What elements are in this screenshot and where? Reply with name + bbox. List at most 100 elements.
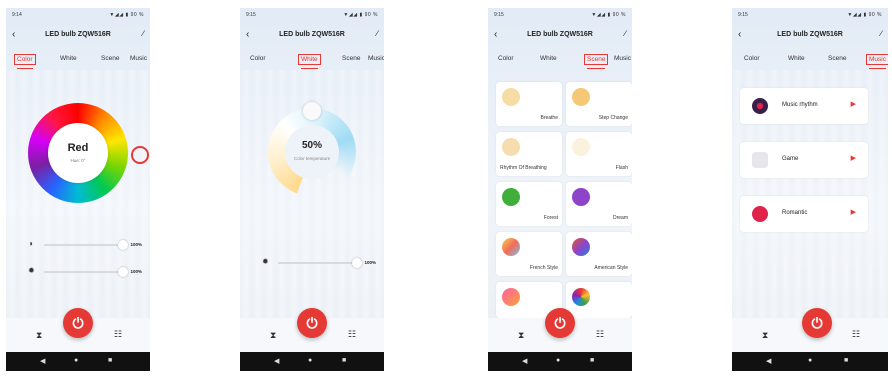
grid-icon[interactable]: ☷ (114, 329, 122, 340)
tab-label: Scene (587, 56, 606, 63)
scene-swatch (502, 288, 520, 306)
tab-color[interactable]: Color (14, 54, 36, 69)
status-bar: 9:15 ▼◢◢ ▮ 90 % (732, 8, 888, 22)
brightness-slider[interactable]: ✹ 100% (256, 257, 376, 268)
status-icons: ▼◢◢ ▮ 90 % (343, 12, 378, 18)
play-icon[interactable]: ▶ (851, 208, 856, 216)
play-icon[interactable]: ▶ (851, 100, 856, 108)
tab-scene[interactable]: Scene (584, 54, 609, 69)
music-item-game[interactable]: Game ▶ (740, 142, 868, 178)
status-time: 9:15 (494, 12, 504, 18)
music-item-label: Romantic (782, 210, 808, 216)
nav-home-icon[interactable]: ● (74, 357, 78, 364)
scene-card-flash[interactable]: Flash (566, 132, 632, 176)
scene-swatch (502, 88, 520, 106)
slider-track[interactable] (278, 262, 358, 264)
color-temperature-knob[interactable] (303, 102, 321, 120)
scene-card-american-style[interactable]: American Style (566, 232, 632, 276)
nav-recents-icon[interactable]: ■ (844, 357, 848, 364)
tab-white[interactable]: White (58, 54, 79, 63)
pencil-icon[interactable]: ∕ (377, 29, 378, 38)
nav-back-icon[interactable]: ◀ (522, 357, 527, 365)
grid-icon[interactable]: ☷ (348, 329, 356, 340)
gamepad-icon (752, 152, 768, 168)
tab-white[interactable]: White (786, 54, 807, 63)
power-button[interactable]: ⏻ (545, 308, 575, 338)
tab-music[interactable]: Music (366, 54, 384, 63)
tab-color[interactable]: Color (248, 54, 268, 63)
power-button[interactable]: ⏻ (802, 308, 832, 338)
power-button[interactable]: ⏻ (63, 308, 93, 338)
scene-card-dream[interactable]: Dream (566, 182, 632, 226)
tab-scene[interactable]: Scene (340, 54, 362, 63)
saturation-slider[interactable]: ✹ 100% (22, 266, 142, 277)
tab-music[interactable]: Music (612, 54, 632, 63)
nav-back-icon[interactable]: ◀ (40, 357, 45, 365)
tab-bar: Color White Scene Music (240, 54, 384, 69)
scene-label: Breathe (540, 115, 558, 121)
tab-scene[interactable]: Scene (99, 54, 121, 63)
grid-icon[interactable]: ☷ (852, 329, 860, 340)
slider-knob[interactable] (118, 240, 128, 250)
sun-icon: ✹ (262, 257, 269, 266)
slider-track[interactable] (44, 244, 124, 246)
slider-knob[interactable] (118, 267, 128, 277)
nav-recents-icon[interactable]: ■ (108, 357, 112, 364)
scene-card-step-change[interactable]: Step Change (566, 82, 632, 126)
music-item-romantic[interactable]: Romantic ▶ (740, 196, 868, 232)
scene-card-more-2[interactable] (566, 282, 632, 318)
play-icon[interactable]: ▶ (851, 154, 856, 162)
tab-music[interactable]: Music (128, 54, 149, 63)
scene-label: Forest (543, 215, 558, 221)
scene-card-forest[interactable]: Forest (496, 182, 562, 226)
tab-color[interactable]: Color (742, 54, 762, 63)
tab-music[interactable]: Music (866, 54, 888, 69)
hourglass-icon[interactable]: ⧗ (270, 330, 276, 341)
tab-color[interactable]: Color (496, 54, 516, 63)
scene-swatch (502, 188, 520, 206)
color-name: Red (67, 142, 89, 154)
tab-label: Color (17, 56, 33, 63)
brightness-slider[interactable]: ◑ 100% (22, 239, 142, 250)
nav-home-icon[interactable]: ● (808, 357, 812, 364)
scene-swatch (572, 88, 590, 106)
nav-back-icon[interactable]: ◀ (274, 357, 279, 365)
slider-track[interactable] (44, 271, 124, 273)
scene-card-french-style[interactable]: French Style (496, 232, 562, 276)
page-title: LED bulb ZQW516R (527, 31, 593, 38)
color-wheel-handle[interactable] (131, 146, 149, 164)
tab-white[interactable]: White (298, 54, 321, 69)
grid-icon[interactable]: ☷ (596, 329, 604, 340)
power-button[interactable]: ⏻ (297, 308, 327, 338)
slider-knob[interactable] (352, 258, 362, 268)
tab-white[interactable]: White (538, 54, 559, 63)
nav-recents-icon[interactable]: ■ (590, 357, 594, 364)
power-icon: ⏻ (72, 315, 84, 331)
tab-scene[interactable]: Scene (826, 54, 848, 63)
nav-home-icon[interactable]: ● (308, 357, 312, 364)
tab-underline (587, 67, 606, 69)
hourglass-icon[interactable]: ⧗ (518, 330, 524, 341)
hourglass-icon[interactable]: ⧗ (36, 330, 42, 341)
status-time: 9:15 (246, 12, 256, 18)
tab-underline (301, 67, 318, 69)
app-header: ‹ LED bulb ZQW516R ∕ (240, 26, 384, 44)
app-header: ‹ LED bulb ZQW516R ∕ (488, 26, 632, 44)
tab-underline (17, 67, 33, 69)
pencil-icon[interactable]: ∕ (625, 29, 626, 38)
pencil-icon[interactable]: ∕ (881, 29, 882, 38)
nav-back-icon[interactable]: ◀ (766, 357, 771, 365)
music-rhythm-icon (752, 98, 768, 114)
music-item-label: Game (782, 156, 799, 162)
scene-card-breathe[interactable]: Breathe (496, 82, 562, 126)
music-item-music-rhythm[interactable]: Music rhythm ▶ (740, 88, 868, 124)
scene-card-rhythm-of-breathing[interactable]: Rhythm Of Breathing (496, 132, 562, 176)
tab-bar: Color White Scene Music (6, 54, 150, 69)
nav-home-icon[interactable]: ● (556, 357, 560, 364)
pencil-icon[interactable]: ∕ (143, 29, 144, 38)
hourglass-icon[interactable]: ⧗ (762, 330, 768, 341)
page-title: LED bulb ZQW516R (777, 31, 843, 38)
nav-recents-icon[interactable]: ■ (342, 357, 346, 364)
heart-icon (752, 206, 768, 222)
status-icons: ▼◢◢ ▮ 90 % (847, 12, 882, 18)
